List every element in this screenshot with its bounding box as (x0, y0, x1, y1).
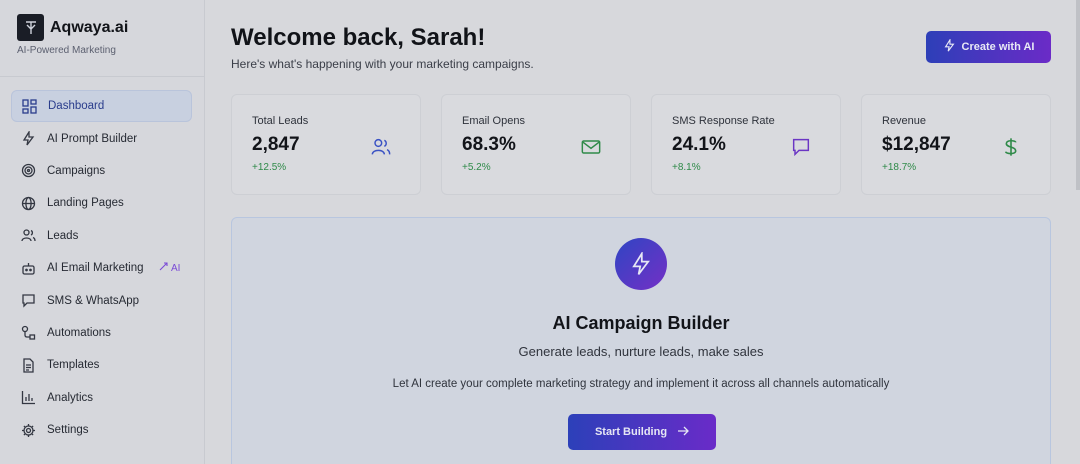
dollar-icon (1001, 137, 1021, 157)
panel-description: Let AI create your complete marketing st… (392, 378, 890, 390)
stat-value: $12,847 (882, 134, 951, 155)
bolt-icon (20, 131, 36, 147)
sidebar-item-landing-pages[interactable]: Landing Pages (11, 187, 192, 219)
workflow-icon (20, 325, 36, 341)
gear-icon (20, 422, 36, 438)
sidebar-item-leads[interactable]: Leads (11, 220, 192, 252)
stat-change: +5.2% (462, 162, 491, 173)
panel-subtitle: Generate leads, nurture leads, make sale… (518, 344, 764, 359)
create-with-ai-button[interactable]: Create with AI (926, 31, 1051, 63)
stat-change: +8.1% (672, 162, 701, 173)
stat-label: Revenue (882, 115, 927, 127)
sidebar-item-settings[interactable]: Settings (11, 414, 192, 446)
stat-value: 24.1% (672, 134, 726, 155)
sidebar-item-ai-email-marketing[interactable]: AI Email Marketing AI (11, 252, 192, 284)
brand-tagline: AI-Powered Marketing (17, 45, 116, 56)
sidebar-item-label: Dashboard (48, 100, 105, 113)
stat-card-email-opens: Email Opens 68.3% +5.2% (441, 94, 631, 195)
bolt-icon (943, 37, 956, 55)
sidebar-item-label: Templates (47, 359, 100, 372)
target-icon (20, 163, 36, 179)
main-content: Welcome back, Sarah! Here's what's happe… (206, 0, 1080, 464)
chat-icon (20, 293, 36, 309)
sidebar-item-label: AI Email Marketing (47, 262, 144, 275)
sidebar-item-label: Settings (47, 424, 89, 437)
stat-card-sms-response-rate: SMS Response Rate 24.1% +8.1% (651, 94, 841, 195)
start-building-button[interactable]: Start Building (568, 414, 716, 450)
stat-value: 68.3% (462, 134, 516, 155)
ai-badge: AI (159, 262, 180, 274)
sidebar-item-label: Leads (47, 229, 79, 242)
panel-title: AI Campaign Builder (552, 313, 730, 333)
create-with-ai-label: Create with AI (961, 41, 1035, 53)
sidebar-item-ai-prompt-builder[interactable]: AI Prompt Builder (11, 122, 192, 154)
sparkle-icon (159, 262, 168, 274)
users-icon (371, 137, 391, 157)
stat-label: SMS Response Rate (672, 115, 775, 127)
stat-label: Email Opens (462, 115, 525, 127)
brand: Aqwaya.ai AI-Powered Marketing (0, 0, 204, 77)
logo-icon[interactable] (17, 14, 44, 41)
file-icon (20, 357, 36, 373)
scrollbar-thumb[interactable] (1076, 0, 1080, 190)
mail-icon (581, 137, 601, 157)
users-icon (20, 228, 36, 244)
bar-chart-icon (20, 390, 36, 406)
sidebar-nav: Dashboard AI Prompt Builder Campaigns La… (11, 90, 192, 446)
sidebar-item-dashboard[interactable]: Dashboard (11, 90, 192, 123)
stat-change: +18.7% (882, 162, 917, 173)
stat-card-total-leads: Total Leads 2,847 +12.5% (231, 94, 421, 195)
sidebar-item-label: Automations (47, 326, 111, 339)
bolt-icon (615, 238, 667, 290)
message-icon (791, 137, 811, 157)
stat-label: Total Leads (252, 115, 309, 127)
page-subtitle: Here's what's happening with your market… (231, 57, 534, 71)
stat-value: 2,847 (252, 134, 300, 155)
sidebar-item-sms-whatsapp[interactable]: SMS & WhatsApp (11, 284, 192, 316)
page-title: Welcome back, Sarah! (231, 24, 486, 51)
sidebar-item-analytics[interactable]: Analytics (11, 382, 192, 414)
stat-card-revenue: Revenue $12,847 +18.7% (861, 94, 1051, 195)
ai-campaign-builder-panel: AI Campaign Builder Generate leads, nurt… (231, 217, 1051, 464)
bot-icon (20, 260, 36, 276)
ai-badge-label: AI (171, 262, 181, 274)
stats-row: Total Leads 2,847 +12.5% Email Opens 68.… (231, 94, 1051, 195)
sidebar-item-label: SMS & WhatsApp (47, 294, 140, 307)
start-building-label: Start Building (594, 426, 668, 438)
sidebar-item-label: Analytics (47, 391, 94, 404)
globe-icon (20, 195, 36, 211)
sidebar-item-templates[interactable]: Templates (11, 349, 192, 381)
grid-icon (21, 98, 37, 114)
arrow-right-icon (677, 425, 689, 440)
sidebar-item-label: Landing Pages (47, 197, 124, 210)
sidebar-item-label: Campaigns (47, 164, 106, 177)
sidebar-item-label: AI Prompt Builder (47, 132, 138, 145)
sidebar-item-campaigns[interactable]: Campaigns (11, 155, 192, 187)
brand-name: Aqwaya.ai (50, 18, 129, 36)
sidebar: Aqwaya.ai AI-Powered Marketing Dashboard… (0, 0, 205, 464)
stat-change: +12.5% (252, 162, 287, 173)
sidebar-item-automations[interactable]: Automations (11, 317, 192, 349)
